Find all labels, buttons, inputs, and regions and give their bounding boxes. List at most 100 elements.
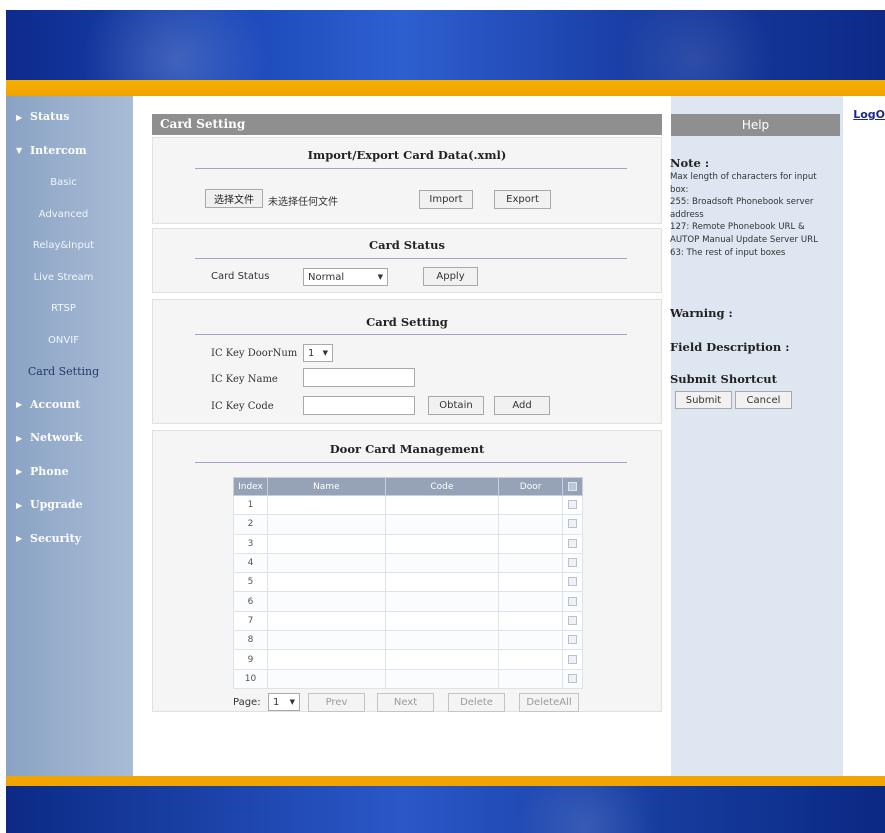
footer-banner (6, 786, 885, 833)
code-cell (384, 591, 500, 612)
note-line: 63: The rest of input boxes (670, 247, 786, 258)
section-title: Card Setting (366, 315, 448, 329)
section-divider (195, 168, 627, 169)
select-all-cell (562, 477, 583, 496)
door-cell (498, 668, 564, 689)
table-row: 5 (233, 572, 583, 593)
prev-button[interactable]: Prev (308, 693, 365, 712)
apply-button[interactable]: Apply (423, 267, 478, 286)
sidebar-subitem-card-setting[interactable]: Card Setting (6, 356, 133, 388)
name-cell (266, 494, 386, 516)
sidebar-subitem-onvif[interactable]: ONVIF (6, 325, 133, 357)
choose-file-button[interactable]: 选择文件 (205, 189, 263, 208)
obtain-button[interactable]: Obtain (428, 396, 484, 415)
index-cell: 7 (233, 610, 268, 632)
select-cell (562, 630, 583, 651)
row-checkbox[interactable] (568, 538, 577, 548)
ic-key-code-label: IC Key Code (211, 401, 274, 412)
ic-key-doornum-select[interactable]: 1 ▼ (303, 344, 333, 362)
card-status-select[interactable]: Normal ▼ (303, 268, 388, 286)
sidebar-item-label: Security (30, 531, 82, 545)
select-cell (562, 649, 583, 670)
help-title: Help (671, 114, 840, 136)
sidebar-item-phone[interactable]: ▶ Phone (6, 455, 133, 489)
card-setting-section: Card Setting IC Key DoorNum 1 ▼ IC Key N… (152, 299, 662, 424)
sidebar-subitem-rtsp[interactable]: RTSP (6, 293, 133, 325)
ic-key-doornum-label: IC Key DoorNum (211, 348, 298, 359)
sidebar-item-label: Network (30, 431, 83, 445)
card-status-section: Card Status Card Status Normal ▼ Apply (152, 228, 662, 293)
note-line: box: (670, 184, 689, 195)
select-cell (562, 572, 583, 593)
ic-key-code-input[interactable] (303, 396, 415, 415)
select-cell (562, 552, 583, 574)
row-checkbox[interactable] (568, 635, 577, 645)
door-cell (498, 494, 564, 516)
card-status-label: Card Status (211, 271, 270, 282)
door-card-management-section: Door Card Management Index Name Code Doo… (152, 430, 662, 712)
sidebar-item-account[interactable]: ▶ Account (6, 388, 133, 422)
import-button[interactable]: Import (419, 190, 473, 209)
logout-link[interactable]: LogO (853, 108, 885, 121)
sidebar-item-intercom[interactable]: ▼ Intercom (6, 134, 133, 168)
sidebar-subitem-advanced[interactable]: Advanced (6, 199, 133, 231)
row-checkbox[interactable] (568, 500, 577, 510)
row-checkbox[interactable] (568, 558, 577, 568)
row-checkbox[interactable] (568, 615, 577, 625)
warning-heading: Warning : (670, 306, 733, 320)
index-cell: 8 (233, 630, 268, 651)
index-cell: 1 (233, 494, 268, 516)
page-select[interactable]: 1 ▼ (268, 693, 300, 711)
door-card-table: Index Name Code Door 1 2 3 4 5 6 7 8 9 1… (233, 477, 583, 689)
row-checkbox[interactable] (568, 673, 577, 683)
note-line: Max length of characters for input (670, 172, 817, 182)
ic-key-name-label: IC Key Name (211, 374, 278, 385)
add-button[interactable]: Add (494, 396, 550, 415)
code-cell (384, 494, 500, 516)
delete-button[interactable]: Delete (448, 693, 505, 712)
sidebar-item-upgrade[interactable]: ▶ Upgrade (6, 488, 133, 522)
delete-all-button[interactable]: DeleteAll (519, 693, 579, 712)
note-heading: Note : (670, 156, 710, 170)
table-row: 1 (233, 494, 583, 516)
door-cell (498, 572, 564, 593)
select-all-checkbox[interactable] (568, 481, 577, 491)
name-cell (266, 649, 386, 670)
page-label: Page: (233, 697, 261, 708)
sidebar-subitem-relay-input[interactable]: Relay&Input (6, 230, 133, 262)
door-cell (498, 649, 564, 670)
code-cell (384, 533, 500, 554)
collapsed-arrow-icon: ▶ (16, 399, 23, 410)
select-cell (562, 591, 583, 612)
row-checkbox[interactable] (568, 654, 577, 664)
row-checkbox[interactable] (568, 596, 577, 606)
sidebar-subitem-basic[interactable]: Basic (6, 167, 133, 199)
cancel-button[interactable]: Cancel (735, 391, 792, 409)
next-button[interactable]: Next (377, 693, 434, 712)
table-row: 10 (233, 668, 583, 689)
sidebar-item-security[interactable]: ▶ Security (6, 522, 133, 556)
door-cell (498, 610, 564, 632)
ic-key-name-input[interactable] (303, 368, 415, 387)
row-checkbox[interactable] (568, 577, 577, 587)
submit-shortcut-heading: Submit Shortcut (670, 372, 777, 386)
export-button[interactable]: Export (494, 190, 551, 209)
submit-button[interactable]: Submit (675, 391, 732, 409)
note-line: AUTOP Manual Update Server URL (670, 234, 818, 245)
name-cell (266, 552, 386, 574)
index-cell: 3 (233, 533, 268, 554)
field-description-heading: Field Description : (670, 340, 790, 354)
sidebar-subitem-live-stream[interactable]: Live Stream (6, 262, 133, 294)
sidebar-item-network[interactable]: ▶ Network (6, 421, 133, 455)
column-header-index: Index (233, 477, 268, 496)
row-checkbox[interactable] (568, 519, 577, 529)
note-line: 127: Remote Phonebook URL & (670, 222, 805, 233)
name-cell (266, 610, 386, 632)
ic-key-doornum-value: 1 (308, 347, 315, 359)
table-header-row: Index Name Code Door (233, 477, 583, 496)
select-cell (562, 668, 583, 689)
table-row: 4 (233, 552, 583, 574)
collapsed-arrow-icon: ▶ (16, 533, 23, 544)
sidebar-item-status[interactable]: ▶ Status (6, 100, 133, 134)
section-title: Card Status (369, 238, 445, 252)
